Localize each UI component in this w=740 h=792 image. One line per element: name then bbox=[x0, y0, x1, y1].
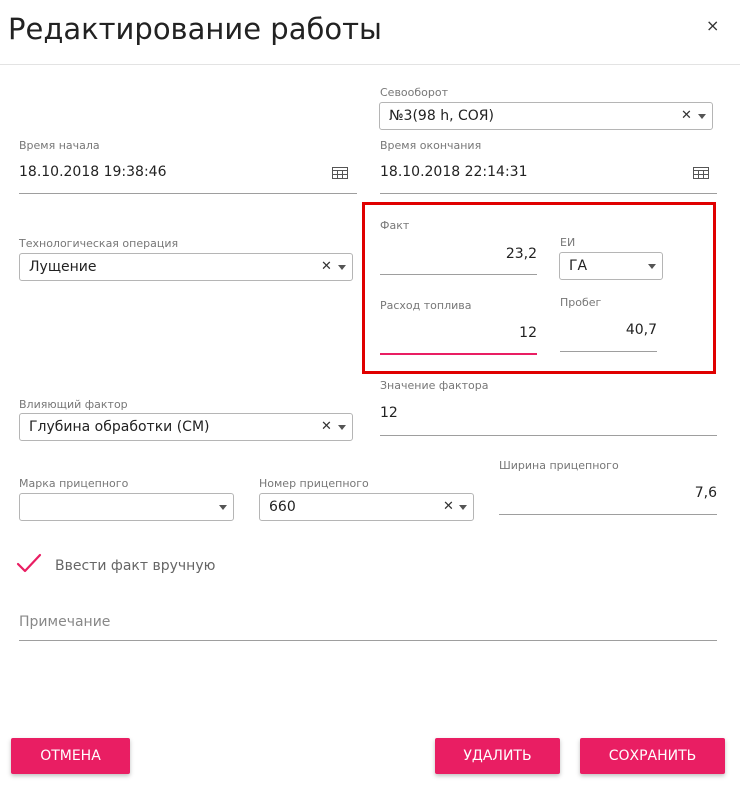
operation-select[interactable]: Лущение ✕ bbox=[19, 253, 353, 281]
end-time-value[interactable]: 18.10.2018 22:14:31 bbox=[380, 164, 528, 180]
start-time-value[interactable]: 18.10.2018 19:38:46 bbox=[19, 164, 167, 180]
trailer-number-value: 660 bbox=[269, 499, 296, 515]
trailer-width-underline bbox=[499, 514, 717, 515]
caret-down-icon[interactable] bbox=[698, 114, 706, 119]
close-icon[interactable]: × bbox=[706, 16, 719, 35]
caret-down-icon[interactable] bbox=[219, 505, 227, 510]
fuel-underline-focused bbox=[380, 353, 537, 355]
header-divider bbox=[0, 64, 740, 65]
delete-button[interactable]: УДАЛИТЬ bbox=[435, 738, 560, 774]
clear-icon[interactable]: ✕ bbox=[321, 259, 332, 274]
fuel-label: Расход топлива bbox=[380, 299, 472, 312]
start-time-label: Время начала bbox=[19, 139, 100, 152]
crop-rotation-value: №3(98 h, СОЯ) bbox=[389, 108, 494, 124]
mileage-underline bbox=[560, 351, 657, 352]
crop-rotation-select[interactable]: №3(98 h, СОЯ) ✕ bbox=[379, 102, 713, 130]
highlight-box bbox=[362, 202, 716, 374]
factor-label: Влияющий фактор bbox=[19, 398, 128, 411]
operation-label: Технологическая операция bbox=[19, 237, 179, 250]
fact-label: Факт bbox=[380, 219, 410, 232]
check-icon[interactable] bbox=[16, 553, 42, 573]
clear-icon[interactable]: ✕ bbox=[443, 499, 454, 514]
factor-value-label: Значение фактора bbox=[380, 379, 489, 392]
factor-value: Глубина обработки (СМ) bbox=[29, 419, 210, 435]
crop-rotation-label: Севооборот bbox=[380, 86, 449, 99]
factor-value-underline bbox=[380, 435, 717, 436]
note-placeholder[interactable]: Примечание bbox=[19, 614, 110, 630]
trailer-width-label: Ширина прицепного bbox=[499, 459, 619, 472]
dialog-title: Редактирование работы bbox=[8, 12, 382, 46]
caret-down-icon[interactable] bbox=[338, 265, 346, 270]
caret-down-icon[interactable] bbox=[338, 425, 346, 430]
caret-down-icon[interactable] bbox=[648, 264, 656, 269]
fact-input[interactable]: 23,2 bbox=[380, 246, 537, 262]
note-underline bbox=[19, 640, 717, 641]
mileage-input[interactable]: 40,7 bbox=[560, 322, 657, 338]
end-time-underline bbox=[380, 193, 717, 194]
fuel-input[interactable]: 12 bbox=[380, 325, 537, 341]
trailer-brand-label: Марка прицепного bbox=[19, 477, 129, 490]
clear-icon[interactable]: ✕ bbox=[681, 108, 692, 123]
unit-select[interactable]: ГА bbox=[559, 252, 663, 280]
unit-value: ГА bbox=[569, 258, 588, 274]
factor-value-input[interactable]: 12 bbox=[380, 405, 398, 421]
unit-label: ЕИ bbox=[560, 236, 576, 249]
end-time-label: Время окончания bbox=[380, 139, 482, 152]
manual-fact-label[interactable]: Ввести факт вручную bbox=[55, 558, 215, 574]
factor-select[interactable]: Глубина обработки (СМ) ✕ bbox=[19, 413, 353, 441]
trailer-brand-select[interactable] bbox=[19, 493, 234, 521]
calendar-icon[interactable] bbox=[693, 166, 709, 179]
trailer-number-label: Номер прицепного bbox=[259, 477, 369, 490]
calendar-icon[interactable] bbox=[332, 166, 348, 179]
clear-icon[interactable]: ✕ bbox=[321, 419, 332, 434]
trailer-number-select[interactable]: 660 ✕ bbox=[259, 493, 474, 521]
fact-underline bbox=[380, 274, 537, 275]
save-button[interactable]: СОХРАНИТЬ bbox=[580, 738, 725, 774]
cancel-button[interactable]: ОТМЕНА bbox=[11, 738, 130, 774]
trailer-width-input[interactable]: 7,6 bbox=[499, 485, 717, 501]
operation-value: Лущение bbox=[29, 259, 97, 275]
mileage-label: Пробег bbox=[560, 296, 602, 309]
caret-down-icon[interactable] bbox=[459, 505, 467, 510]
start-time-underline bbox=[19, 193, 357, 194]
